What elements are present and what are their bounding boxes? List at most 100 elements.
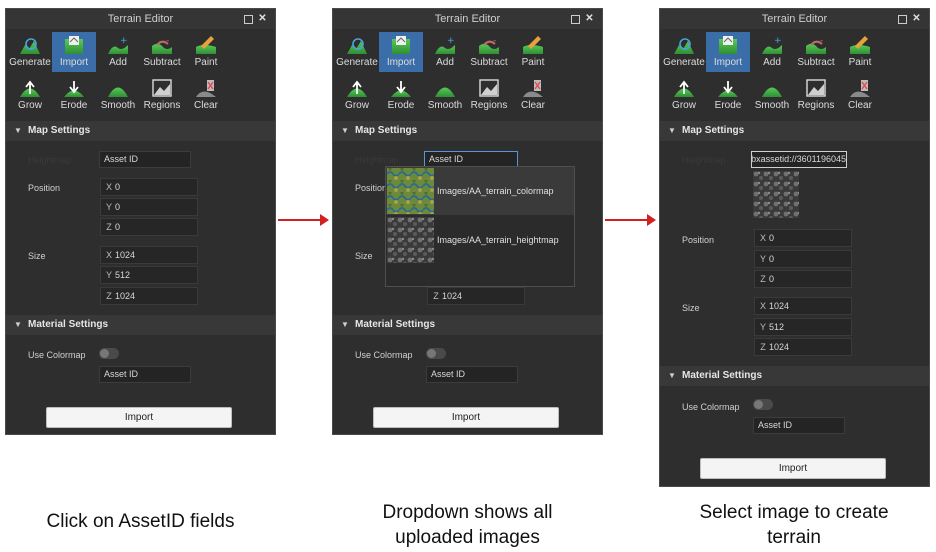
use-colormap-label: Use Colormap	[28, 350, 86, 360]
map-settings-header[interactable]: ▼ Map Settings	[333, 121, 602, 141]
svg-text:-: -	[493, 36, 496, 46]
tool-paint[interactable]: Paint	[838, 32, 882, 72]
position-label: Position	[682, 235, 715, 245]
tool-grow[interactable]: Grow	[8, 75, 52, 115]
colormap-thumbnail	[387, 168, 434, 214]
svg-text:+: +	[447, 36, 455, 46]
tool-generate[interactable]: Generate	[8, 32, 52, 72]
position-x-field[interactable]: X0	[754, 229, 852, 247]
size-x-field[interactable]: X 1024	[754, 297, 852, 315]
material-settings-header[interactable]: ▼ Material Settings	[6, 315, 275, 335]
position-z-field[interactable]: Z0	[100, 218, 198, 236]
use-colormap-toggle[interactable]	[426, 348, 446, 359]
tool-import[interactable]: Import	[52, 32, 96, 72]
tool-regions[interactable]: Regions	[467, 75, 511, 115]
restore-icon[interactable]	[244, 15, 253, 24]
tool-clear[interactable]: Clear	[184, 75, 228, 115]
svg-text:-: -	[820, 36, 823, 46]
terrain-editor-panel-3: Terrain Editor ✕ Generate Import + Add -…	[659, 8, 930, 487]
import-button[interactable]: Import	[46, 407, 232, 428]
tool-label: Generate	[9, 57, 51, 68]
tool-grow[interactable]: Grow	[662, 75, 706, 115]
size-z-field[interactable]: Z 1024	[100, 287, 198, 305]
tool-add[interactable]: + Add	[96, 32, 140, 72]
tool-smooth[interactable]: Smooth	[96, 75, 140, 115]
use-colormap-label: Use Colormap	[355, 350, 413, 360]
tool-smooth[interactable]: Smooth	[423, 75, 467, 115]
tool-import[interactable]: Import	[379, 32, 423, 72]
tool-paint[interactable]: Paint	[184, 32, 228, 72]
tool-label: Add	[109, 57, 127, 68]
restore-icon[interactable]	[898, 15, 907, 24]
dropdown-item-label: Images/AA_terrain_heightmap	[437, 235, 559, 245]
size-z-field[interactable]: Z 1024	[754, 338, 852, 356]
tool-subtract[interactable]: - Subtract	[794, 32, 838, 72]
tool-label: Clear	[848, 100, 872, 111]
map-settings-title: Map Settings	[28, 125, 91, 136]
position-y-field[interactable]: Y0	[100, 198, 198, 216]
tool-label: Paint	[194, 57, 218, 68]
use-colormap-toggle[interactable]	[753, 399, 773, 410]
tool-regions[interactable]: Regions	[794, 75, 838, 115]
heightmap-label: Heightmap	[682, 155, 726, 165]
tool-paint[interactable]: Paint	[511, 32, 555, 72]
heightmap-asset-input[interactable]: Asset ID	[99, 151, 191, 168]
import-button[interactable]: Import	[373, 407, 559, 428]
heightmap-asset-input[interactable]: rbxassetid://3601196045	[751, 151, 847, 168]
tool-erode[interactable]: Erode	[706, 75, 750, 115]
tool-import[interactable]: Import	[706, 32, 750, 72]
close-icon[interactable]: ✕	[584, 13, 595, 24]
dropdown-item-heightmap[interactable]: Images/AA_terrain_heightmap	[386, 216, 574, 264]
close-icon[interactable]: ✕	[257, 13, 268, 24]
tool-clear[interactable]: Clear	[838, 75, 882, 115]
material-settings-title: Material Settings	[682, 370, 763, 381]
tool-label: Generate	[663, 57, 705, 68]
chevron-down-icon: ▼	[341, 126, 349, 135]
position-x-field[interactable]: X0	[100, 178, 198, 196]
colormap-asset-input[interactable]: Asset ID	[426, 366, 518, 383]
size-y-field[interactable]: Y 512	[100, 266, 198, 284]
dropdown-item-colormap[interactable]: Images/AA_terrain_colormap	[386, 167, 574, 215]
tool-subtract[interactable]: - Subtract	[140, 32, 184, 72]
tool-label: Import	[386, 57, 416, 68]
size-label: Size	[682, 303, 700, 313]
tool-label: Paint	[521, 57, 545, 68]
map-settings-header[interactable]: ▼ Map Settings	[660, 121, 929, 141]
colormap-asset-input[interactable]: Asset ID	[99, 366, 191, 383]
colormap-asset-input[interactable]: Asset ID	[753, 417, 845, 434]
material-settings-header[interactable]: ▼ Material Settings	[333, 315, 602, 335]
chevron-down-icon: ▼	[14, 320, 22, 329]
tool-erode[interactable]: Erode	[52, 75, 96, 115]
clear-icon	[196, 80, 216, 97]
close-icon[interactable]: ✕	[911, 13, 922, 24]
import-button[interactable]: Import	[700, 458, 886, 479]
material-settings-title: Material Settings	[355, 319, 436, 330]
svg-text:-: -	[166, 36, 169, 46]
position-y-field[interactable]: Y0	[754, 250, 852, 268]
tool-erode[interactable]: Erode	[379, 75, 423, 115]
tool-generate[interactable]: Generate	[662, 32, 706, 72]
tool-clear[interactable]: Clear	[511, 75, 555, 115]
tool-label: Subtract	[470, 57, 508, 68]
tool-label: Regions	[143, 100, 181, 111]
map-settings-header[interactable]: ▼ Map Settings	[6, 121, 275, 141]
tool-subtract[interactable]: - Subtract	[467, 32, 511, 72]
chevron-down-icon: ▼	[341, 320, 349, 329]
tool-generate[interactable]: Generate	[335, 32, 379, 72]
tool-label: Import	[713, 57, 743, 68]
position-z-field[interactable]: Z0	[754, 270, 852, 288]
size-x-field[interactable]: X 1024	[100, 246, 198, 264]
tool-smooth[interactable]: Smooth	[750, 75, 794, 115]
size-y-field[interactable]: Y 512	[754, 318, 852, 336]
use-colormap-toggle[interactable]	[99, 348, 119, 359]
tool-add[interactable]: + Add	[750, 32, 794, 72]
tool-regions[interactable]: Regions	[140, 75, 184, 115]
tool-add[interactable]: + Add	[423, 32, 467, 72]
tool-grow[interactable]: Grow	[335, 75, 379, 115]
tool-label: Subtract	[143, 57, 181, 68]
map-settings-title: Map Settings	[682, 125, 745, 136]
restore-icon[interactable]	[571, 15, 580, 24]
material-settings-header[interactable]: ▼ Material Settings	[660, 366, 929, 386]
size-z-field[interactable]: Z 1024	[427, 287, 525, 305]
tool-label: Grow	[345, 100, 369, 111]
